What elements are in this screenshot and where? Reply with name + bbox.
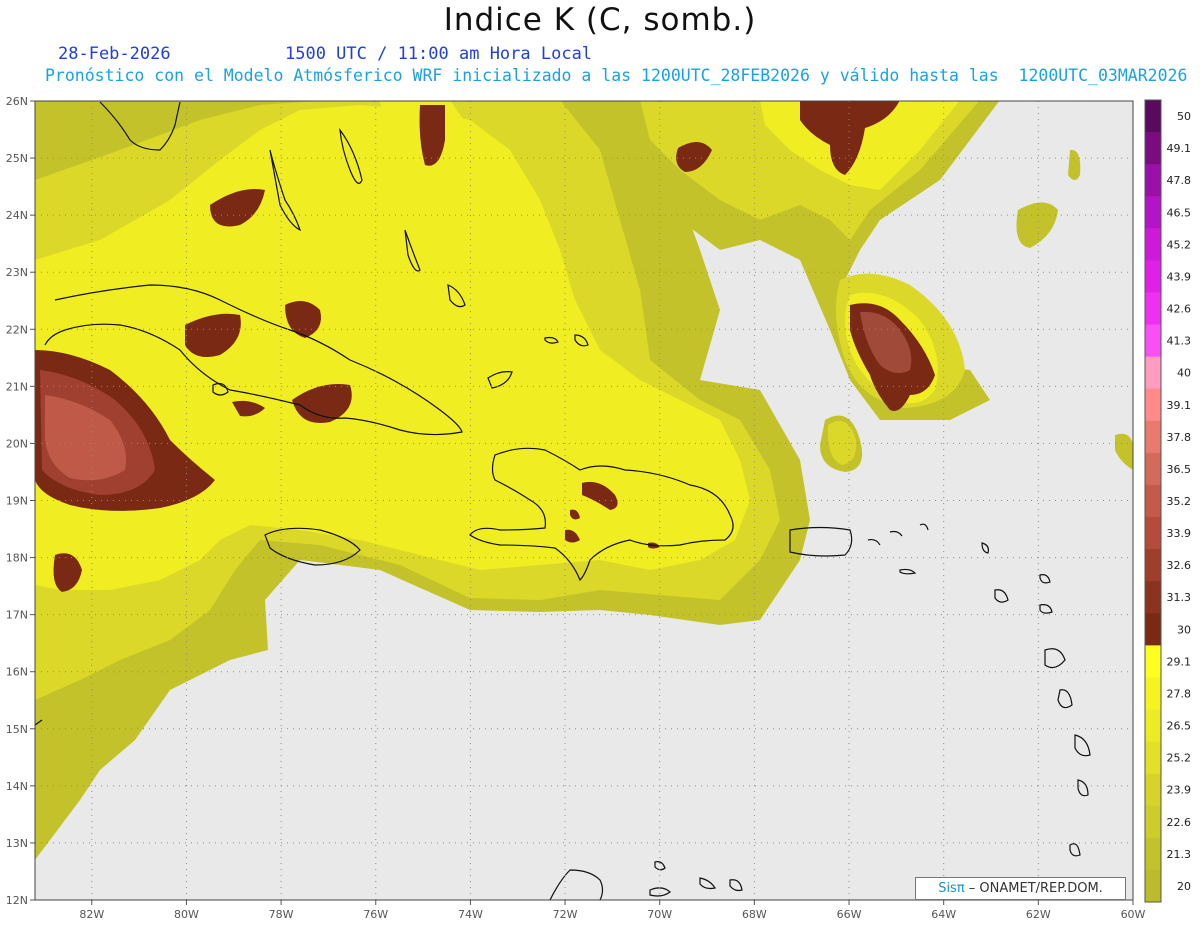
- colorbar-swatch: [1145, 741, 1161, 775]
- colorbar-label: 39.1: [1167, 399, 1192, 412]
- map-panel: 26N 25N 24N 23N 22N 21N 20N 19N 18N 17N 16N 15N 14N 1…: [6, 95, 1192, 921]
- colorbar-swatch: [1145, 164, 1161, 197]
- colorbar-swatch: [1145, 837, 1161, 871]
- latitude-axis: 26N 25N 24N 23N 22N 21N 20N 19N 18N 17N 16N 15N 14N 1…: [6, 95, 35, 907]
- lon-tick-label: 60W: [1121, 908, 1146, 921]
- colorbar-label: 36.5: [1167, 463, 1192, 476]
- lon-tick-label: 68W: [742, 908, 767, 921]
- credit-brand: Sisπ: [938, 881, 965, 896]
- colorbar-label: 30: [1177, 623, 1191, 636]
- lon-tick-label: 80W: [174, 908, 199, 921]
- lon-tick-label: 64W: [931, 908, 956, 921]
- colorbar-label: 20: [1177, 880, 1191, 893]
- colorbar-label: 25.2: [1167, 752, 1192, 765]
- colorbar-swatch: [1145, 773, 1161, 807]
- colorbar-label: 42.6: [1167, 303, 1192, 316]
- lat-tick-label: 19N: [6, 495, 28, 508]
- colorbar-swatch: [1145, 356, 1161, 390]
- lat-tick-label: 25N: [6, 152, 28, 165]
- colorbar-swatch: [1145, 484, 1161, 518]
- lat-tick-label: 21N: [6, 380, 28, 393]
- colorbar-label: 35.2: [1167, 495, 1192, 508]
- colorbar-label: 43.9: [1167, 270, 1192, 283]
- colorbar-label: 50: [1177, 110, 1191, 123]
- colorbar-swatch: [1145, 132, 1161, 165]
- colorbar-label: 31.3: [1167, 591, 1192, 604]
- colorbar-label: 32.6: [1167, 559, 1192, 572]
- longitude-axis: 82W 80W 78W 76W 74W 72W 70W 68W 66W 64W 62W 60W: [79, 900, 1146, 921]
- colorbar-swatch: [1145, 292, 1161, 326]
- lon-tick-label: 76W: [363, 908, 388, 921]
- colorbar-swatch: [1145, 452, 1161, 486]
- colorbar-swatch: [1145, 869, 1161, 903]
- colorbar-swatch: [1145, 677, 1161, 711]
- lat-tick-label: 14N: [6, 780, 28, 793]
- colorbar-label: 46.5: [1167, 206, 1192, 219]
- colorbar-label: 37.8: [1167, 431, 1192, 444]
- colorbar-label: 22.6: [1167, 816, 1192, 829]
- colorbar-swatch: [1145, 549, 1161, 582]
- lat-tick-label: 15N: [6, 723, 28, 736]
- colorbar-label: 45.2: [1167, 238, 1192, 251]
- lon-tick-label: 82W: [79, 908, 104, 921]
- lat-tick-label: 26N: [6, 95, 28, 108]
- lat-tick-label: 20N: [6, 437, 28, 450]
- colorbar-swatch: [1145, 581, 1161, 614]
- colorbar-swatch: [1145, 100, 1161, 133]
- lon-tick-label: 70W: [647, 908, 672, 921]
- colorbar-swatch: [1145, 324, 1161, 358]
- lat-tick-label: 18N: [6, 552, 28, 565]
- colorbar-swatch: [1145, 645, 1161, 678]
- lat-tick-label: 17N: [6, 609, 28, 622]
- credit-text: – ONAMET/REP.DOM.: [964, 881, 1103, 896]
- colorbar: 50 49.1 47.8 46.5 45.2 43.9 42.6 41.3 40 39.1 37.8…: [1144, 99, 1192, 903]
- lon-tick-label: 78W: [269, 908, 294, 921]
- lon-tick-label: 72W: [553, 908, 578, 921]
- colorbar-label: 26.5: [1167, 720, 1192, 733]
- colorbar-swatch: [1145, 613, 1161, 646]
- lon-tick-label: 66W: [837, 908, 862, 921]
- lon-tick-label: 74W: [458, 908, 483, 921]
- colorbar-label: 47.8: [1167, 174, 1192, 187]
- colorbar-label: 29.1: [1167, 655, 1192, 668]
- colorbar-label: 21.3: [1167, 848, 1192, 861]
- lat-tick-label: 24N: [6, 209, 28, 222]
- colorbar-label: 49.1: [1167, 142, 1192, 155]
- lat-tick-label: 16N: [6, 666, 28, 679]
- lat-tick-label: 23N: [6, 266, 28, 279]
- colorbar-label: 40: [1177, 367, 1191, 380]
- colorbar-swatch: [1145, 420, 1161, 454]
- lat-tick-label: 13N: [6, 837, 28, 850]
- credit-box: Sisπ – ONAMET/REP.DOM.: [915, 877, 1126, 900]
- colorbar-swatch: [1145, 805, 1161, 839]
- lat-tick-label: 22N: [6, 323, 28, 336]
- colorbar-swatch: [1145, 709, 1161, 743]
- colorbar-swatch: [1145, 388, 1161, 422]
- colorbar-swatch: [1145, 260, 1161, 293]
- colorbar-swatch: [1145, 228, 1161, 261]
- colorbar-label: 27.8: [1167, 687, 1192, 700]
- colorbar-label: 33.9: [1167, 527, 1192, 540]
- colorbar-label: 23.9: [1167, 784, 1192, 797]
- lat-tick-label: 12N: [6, 894, 28, 907]
- colorbar-swatch: [1145, 517, 1161, 550]
- colorbar-swatch: [1145, 196, 1161, 229]
- colorbar-label: 41.3: [1167, 335, 1192, 348]
- lon-tick-label: 62W: [1026, 908, 1051, 921]
